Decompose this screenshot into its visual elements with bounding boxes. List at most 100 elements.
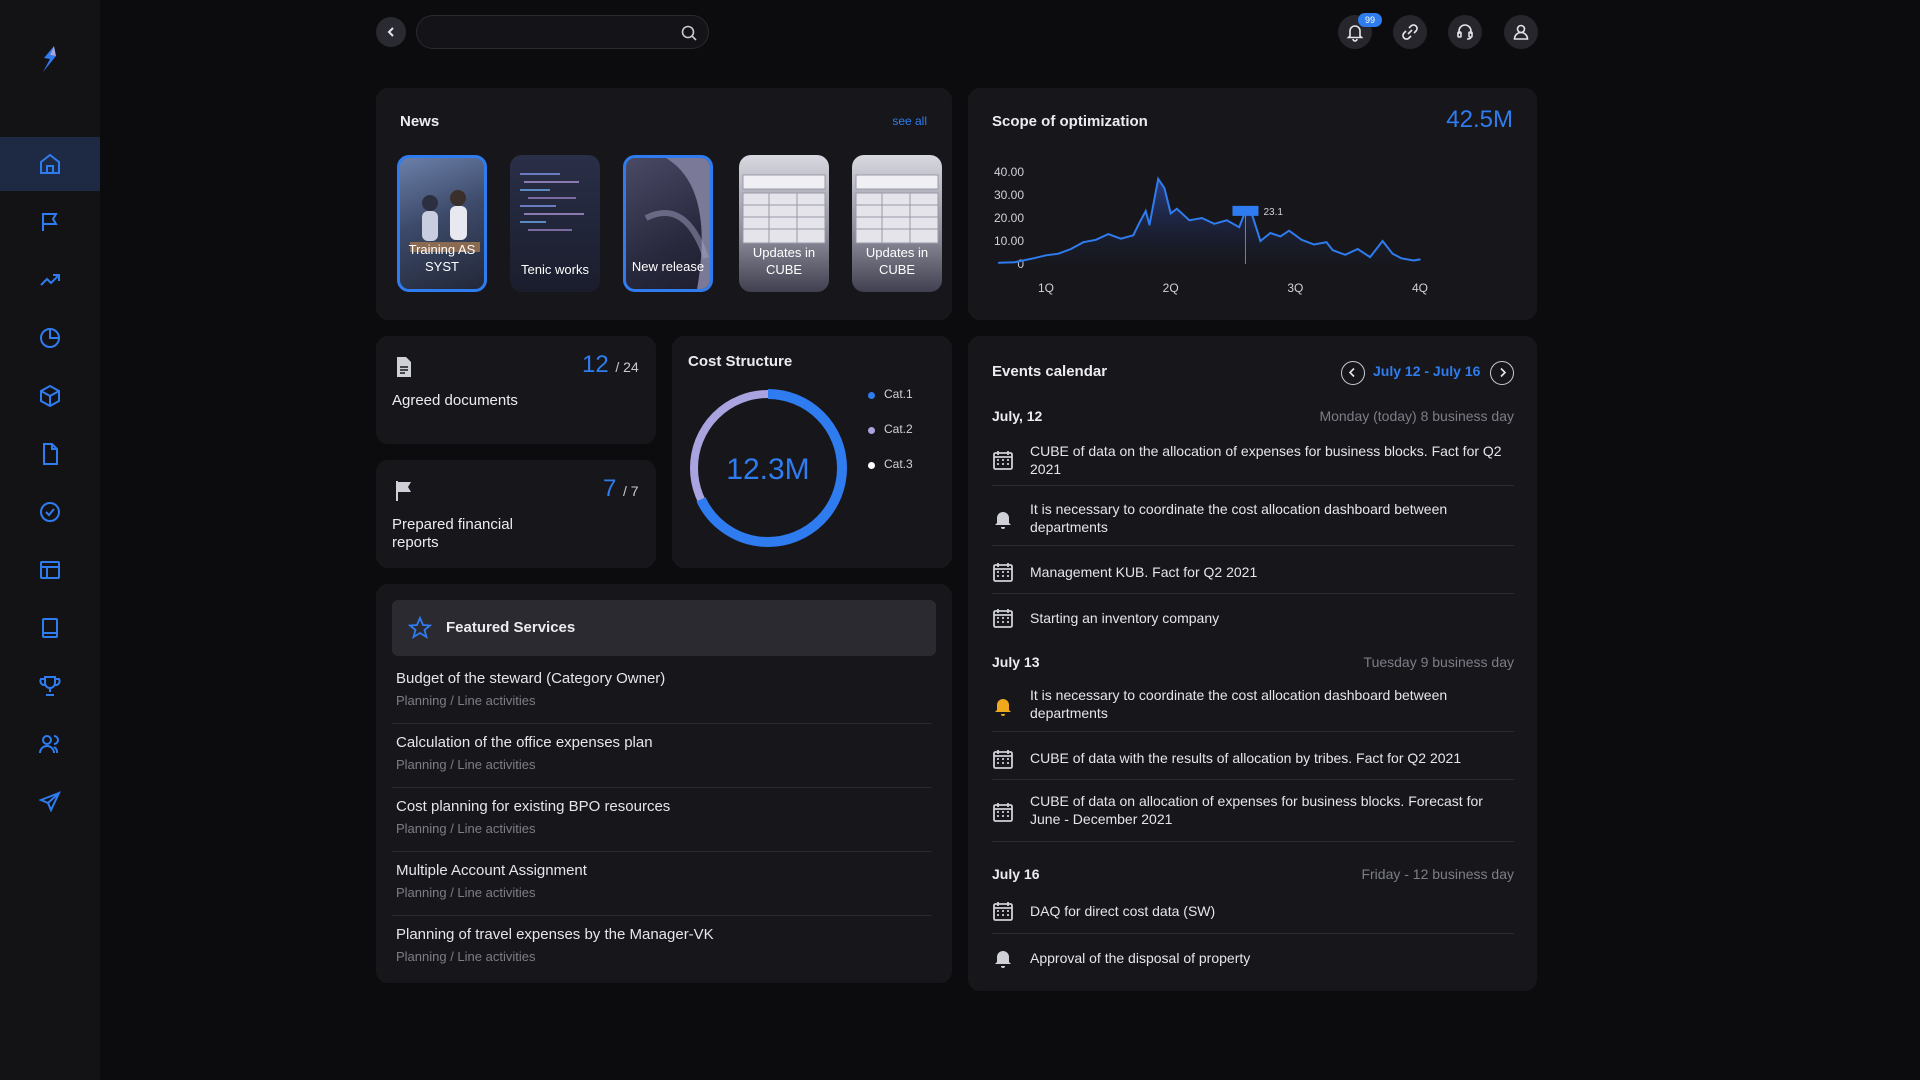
event-text: DAQ for direct cost data (SW) — [1030, 903, 1216, 919]
day-meta: Monday (today) 8 business day — [1319, 408, 1514, 424]
sidebar-item-travel[interactable] — [0, 775, 100, 829]
featured-service-item[interactable]: Budget of the steward (Category Owner) P… — [392, 660, 932, 724]
featured-service-item[interactable]: Planning of travel expenses by the Manag… — [392, 916, 932, 980]
news-item-new-release[interactable]: New release — [623, 155, 713, 292]
chevron-right-icon — [1500, 367, 1507, 378]
news-item-updates-cube-1[interactable]: Updates in CUBE — [739, 155, 829, 292]
cost-structure-title: Cost Structure — [688, 353, 793, 370]
news-title: News — [400, 113, 440, 130]
y-tick-label: 40.00 — [994, 165, 1024, 179]
news-item-label: Updates in CUBE — [752, 245, 816, 277]
chart-point — [1419, 258, 1421, 261]
event-item[interactable]: Starting an inventory company — [992, 600, 1514, 640]
support-button[interactable] — [1448, 15, 1482, 49]
event-item[interactable]: Management KUB. Fact for Q2 2021 — [992, 554, 1514, 594]
trophy-icon — [39, 676, 61, 696]
cost-total: 12.3M — [726, 453, 809, 486]
service-title: Budget of the steward (Category Owner) — [396, 670, 666, 687]
news-item-label: Training AS SYST — [408, 242, 476, 274]
chart-point — [1045, 254, 1047, 257]
event-item[interactable]: CUBE of data with the results of allocat… — [992, 740, 1514, 780]
sidebar-item-products[interactable] — [0, 369, 100, 423]
legend-item-cat1: Cat.1 — [868, 387, 948, 405]
event-text: It is necessary to coordinate the cost a… — [1030, 687, 1448, 721]
events-date-range: July 12 - July 16 — [1373, 363, 1481, 379]
logo-icon[interactable] — [38, 44, 62, 74]
prev-week-button[interactable] — [1341, 361, 1365, 385]
event-text: Management KUB. Fact for Q2 2021 — [1030, 564, 1258, 580]
service-title: Cost planning for existing BPO resources — [396, 798, 671, 815]
event-text: It is necessary to coordinate the cost a… — [1030, 501, 1448, 535]
sidebar-item-analytics[interactable] — [0, 311, 100, 365]
day-date: July 13 — [992, 654, 1040, 670]
chart-point — [1169, 212, 1172, 215]
featured-service-item[interactable]: Cost planning for existing BPO resources… — [392, 788, 932, 852]
chart-point — [1259, 240, 1262, 242]
sidebar-item-trends[interactable] — [0, 253, 100, 307]
sidebar-item-users[interactable] — [0, 717, 100, 771]
sidebar-item-library[interactable] — [0, 601, 100, 655]
news-item-tenic-works[interactable]: Tenic works — [510, 155, 600, 292]
see-all-link[interactable]: see all — [892, 114, 927, 128]
layout-icon — [40, 561, 60, 579]
chart-highlight-marker[interactable] — [1232, 205, 1259, 216]
legend-label: Cat.2 — [884, 422, 913, 436]
scope-chart: 40.0030.0020.0010.000 1Q2Q3Q4Q 23.1 — [994, 165, 1428, 295]
notification-badge: 99 — [1358, 13, 1382, 27]
news-item-training[interactable]: Training AS SYST — [397, 155, 487, 292]
flag-icon — [396, 481, 411, 501]
featured-service-item[interactable]: Multiple Account Assignment Planning / L… — [392, 852, 932, 916]
chart-point — [1269, 232, 1272, 234]
legend-dot — [868, 392, 875, 399]
chart-point — [1057, 252, 1060, 255]
back-button[interactable] — [376, 17, 406, 47]
search-input[interactable] — [416, 15, 709, 49]
chart-point — [1391, 252, 1394, 255]
featured-service-item[interactable]: Calculation of the office expenses plan … — [392, 724, 932, 788]
sidebar-item-home[interactable] — [0, 137, 100, 191]
chart-point — [1331, 249, 1334, 251]
users-icon — [39, 735, 59, 754]
chart-point — [1138, 221, 1141, 224]
document-icon — [43, 443, 58, 465]
check-circle-icon — [40, 502, 60, 522]
links-button[interactable] — [1393, 15, 1427, 49]
event-item[interactable]: Approval of the disposal of property — [992, 940, 1514, 980]
chart-point — [1176, 208, 1178, 210]
chart-point — [1344, 254, 1346, 256]
event-item[interactable]: DAQ for direct cost data (SW) — [992, 892, 1514, 934]
event-item[interactable]: CUBE of data on the allocation of expens… — [992, 436, 1514, 486]
notifications-button[interactable]: 99 — [1338, 13, 1382, 49]
event-item[interactable]: It is necessary to coordinate the cost a… — [992, 680, 1514, 732]
event-text: Approval of the disposal of property — [1030, 950, 1251, 966]
events-calendar-title: Events calendar — [992, 363, 1108, 380]
search-icon[interactable] — [680, 24, 698, 42]
calendar-icon — [993, 750, 1013, 769]
chart-point — [1120, 237, 1122, 240]
chart-point — [1412, 259, 1415, 262]
profile-button[interactable] — [1504, 15, 1538, 49]
user-icon — [1513, 24, 1529, 40]
agreed-documents-label: Agreed documents — [392, 392, 518, 409]
sidebar-item-documents[interactable] — [0, 427, 100, 481]
day-meta: Tuesday 9 business day — [1363, 654, 1514, 670]
event-item[interactable]: It is necessary to coordinate the cost a… — [992, 494, 1514, 546]
next-week-button[interactable] — [1490, 361, 1514, 385]
service-title: Planning of travel expenses by the Manag… — [396, 926, 714, 943]
event-item[interactable]: CUBE of data on allocation of expenses f… — [992, 786, 1514, 842]
day-date: July, 12 — [992, 408, 1043, 424]
sidebar-item-flag[interactable] — [0, 195, 100, 249]
star-icon — [408, 616, 432, 639]
sidebar-item-tasks[interactable] — [0, 485, 100, 539]
bell-warning-icon — [995, 699, 1011, 716]
agreed-documents-count: 12 / 24 — [582, 351, 639, 378]
chart-point — [1213, 222, 1216, 225]
service-category: Planning / Line activities — [396, 885, 536, 900]
scope-total: 42.5M — [1446, 106, 1513, 133]
calendar-icon — [993, 563, 1013, 582]
chart-point — [1107, 233, 1110, 235]
sidebar-item-layout[interactable] — [0, 543, 100, 597]
sidebar-item-achievements[interactable] — [0, 659, 100, 713]
event-text: CUBE of data on the allocation of expens… — [1030, 443, 1502, 477]
news-item-updates-cube-2[interactable]: Updates in CUBE — [852, 155, 942, 292]
